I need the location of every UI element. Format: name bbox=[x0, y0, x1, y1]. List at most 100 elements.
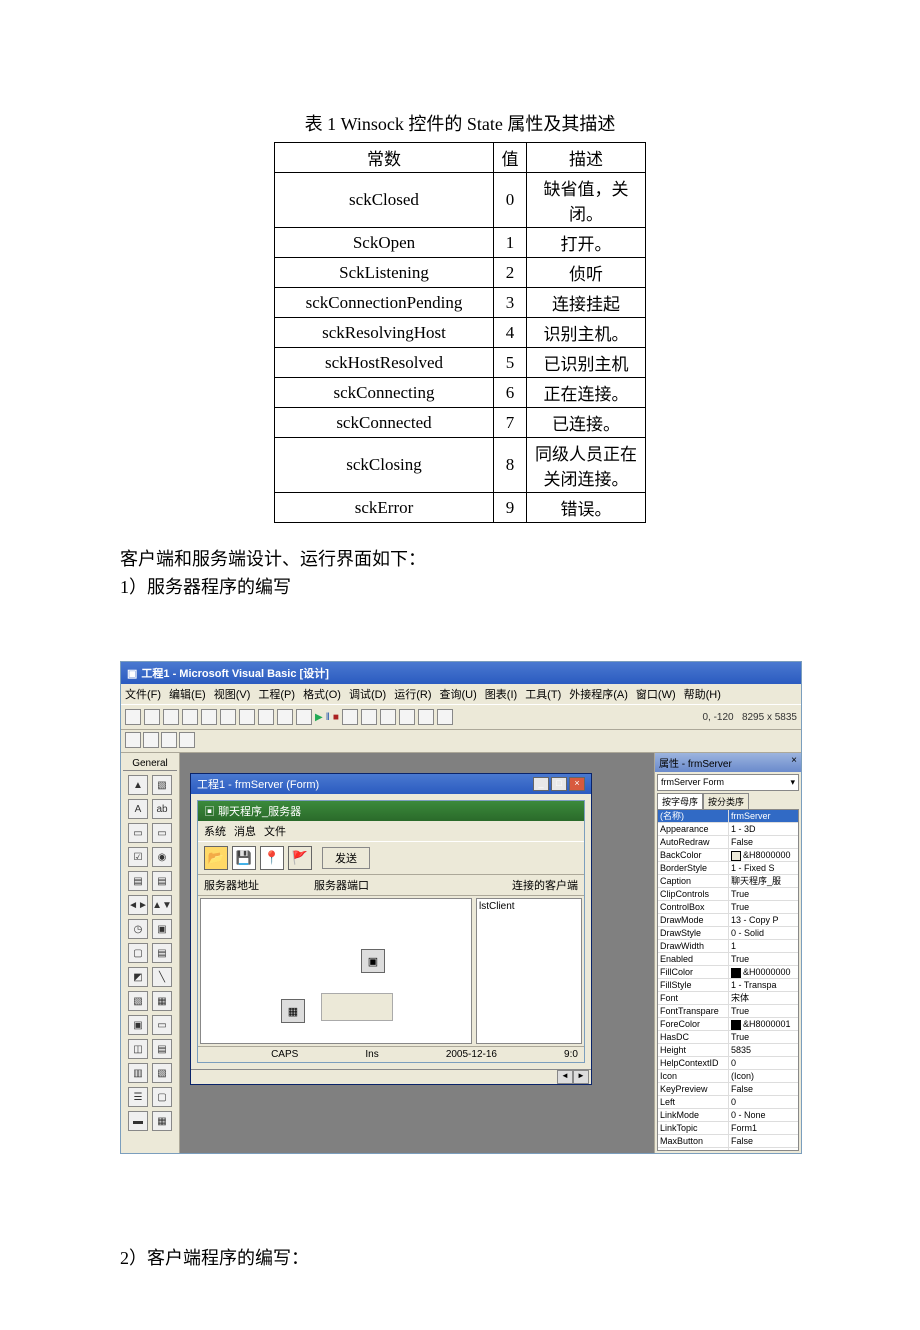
toolbar-icon[interactable] bbox=[418, 709, 434, 725]
scroll-right-icon[interactable]: ► bbox=[573, 1070, 589, 1084]
toolbar-icon[interactable] bbox=[163, 709, 179, 725]
props-title[interactable]: 属性 - frmServer × bbox=[655, 753, 801, 772]
tool-drive[interactable]: ▣ bbox=[152, 919, 172, 939]
menu-item[interactable]: 格式(O) bbox=[303, 689, 341, 701]
menu-item[interactable]: 工具(T) bbox=[525, 689, 561, 701]
design-canvas[interactable]: 工程1 - frmServer (Form) _ □ × ▣ 聊天程序_服务器 bbox=[180, 753, 654, 1153]
hscroll[interactable]: ◄ ► bbox=[191, 1069, 591, 1084]
tab-category[interactable]: 按分类序 bbox=[703, 793, 749, 809]
tool-extra[interactable]: ▧ bbox=[152, 1063, 172, 1083]
tool-extra[interactable]: ▭ bbox=[152, 1015, 172, 1035]
property-row[interactable]: DrawWidth1 bbox=[658, 940, 798, 953]
property-row[interactable]: Font宋体 bbox=[658, 992, 798, 1005]
properties-panel[interactable]: 属性 - frmServer × frmServer Form ▾ 按字母序 按… bbox=[654, 753, 801, 1153]
menu-item[interactable]: 编辑(E) bbox=[169, 689, 206, 701]
menu-item[interactable]: 外接程序(A) bbox=[569, 689, 628, 701]
property-row[interactable]: BackColor&H8000000 bbox=[658, 849, 798, 862]
property-row[interactable]: DrawMode13 - Copy P bbox=[658, 914, 798, 927]
property-row[interactable]: FillStyle1 - Transpa bbox=[658, 979, 798, 992]
tool-label[interactable]: A bbox=[128, 799, 148, 819]
property-row[interactable]: DrawStyle0 - Solid bbox=[658, 927, 798, 940]
toolbar-icon[interactable] bbox=[258, 709, 274, 725]
property-row[interactable]: Height5835 bbox=[658, 1044, 798, 1057]
max-button[interactable]: □ bbox=[551, 777, 567, 791]
tool-extra[interactable]: ◫ bbox=[128, 1039, 148, 1059]
tool-line[interactable]: ╲ bbox=[152, 967, 172, 987]
tool-extra[interactable]: ☰ bbox=[128, 1087, 148, 1107]
tool-button[interactable]: ▭ bbox=[152, 823, 172, 843]
control-placeholder[interactable] bbox=[321, 993, 393, 1021]
menu-item[interactable]: 运行(R) bbox=[394, 689, 431, 701]
property-row[interactable]: MDIChildFalse bbox=[658, 1148, 798, 1151]
property-row[interactable]: BorderStyle1 - Fixed S bbox=[658, 862, 798, 875]
property-row[interactable]: ClipControlsTrue bbox=[658, 888, 798, 901]
menu-item[interactable]: 文件(F) bbox=[125, 689, 161, 701]
toolbar-icon[interactable] bbox=[201, 709, 217, 725]
tool-frame[interactable]: ▭ bbox=[128, 823, 148, 843]
form-titlebar[interactable]: 工程1 - frmServer (Form) _ □ × bbox=[191, 774, 591, 794]
tool-pointer[interactable]: ▲ bbox=[128, 775, 148, 795]
list-item[interactable]: lstClient bbox=[479, 901, 579, 912]
inner-menu[interactable]: 系统消息文件 bbox=[198, 821, 584, 841]
tool-extra[interactable]: ▦ bbox=[152, 1111, 172, 1131]
tool-ole[interactable]: ▣ bbox=[128, 1015, 148, 1035]
tool-data[interactable]: ▦ bbox=[152, 991, 172, 1011]
props-combo[interactable]: frmServer Form ▾ bbox=[657, 774, 799, 791]
tool-extra[interactable]: ▬ bbox=[128, 1111, 148, 1131]
property-row[interactable]: HasDCTrue bbox=[658, 1031, 798, 1044]
toolbar-icon[interactable] bbox=[342, 709, 358, 725]
property-row[interactable]: AutoRedrawFalse bbox=[658, 836, 798, 849]
toolbox[interactable]: General ▲▧ Aab ▭▭ ☑◉ ▤▤ ◄►▲▼ ◷▣ ▢▤ ◩╲ ▧▦… bbox=[121, 753, 180, 1153]
toolbar-icon[interactable] bbox=[380, 709, 396, 725]
props-grid[interactable]: (名称)frmServerAppearance1 - 3DAutoRedrawF… bbox=[657, 809, 799, 1151]
tool-combo[interactable]: ▤ bbox=[128, 871, 148, 891]
tool-textbox[interactable]: ab bbox=[152, 799, 172, 819]
menu-item[interactable]: 工程(P) bbox=[258, 689, 295, 701]
property-row[interactable]: ForeColor&H8000001 bbox=[658, 1018, 798, 1031]
tool-extra[interactable]: ▥ bbox=[128, 1063, 148, 1083]
property-row[interactable]: (名称)frmServer bbox=[658, 810, 798, 823]
tab-alpha[interactable]: 按字母序 bbox=[657, 793, 703, 809]
toolbar-icon[interactable] bbox=[277, 709, 293, 725]
menu-item[interactable]: 图表(I) bbox=[485, 689, 517, 701]
menu-item[interactable]: 查询(U) bbox=[440, 689, 477, 701]
menu-item[interactable]: 帮助(H) bbox=[684, 689, 721, 701]
property-row[interactable]: MaxButtonFalse bbox=[658, 1135, 798, 1148]
toolbar-icon[interactable] bbox=[220, 709, 236, 725]
menu-item[interactable]: 窗口(W) bbox=[636, 689, 676, 701]
toolbar-icon[interactable] bbox=[399, 709, 415, 725]
toolbar-icon[interactable] bbox=[361, 709, 377, 725]
close-button[interactable]: × bbox=[569, 777, 585, 791]
property-row[interactable]: Appearance1 - 3D bbox=[658, 823, 798, 836]
menu-item[interactable]: 文件 bbox=[264, 826, 286, 838]
property-row[interactable]: LinkTopicForm1 bbox=[658, 1122, 798, 1135]
menu-item[interactable]: 视图(V) bbox=[214, 689, 251, 701]
tool-extra[interactable]: ▢ bbox=[152, 1087, 172, 1107]
property-row[interactable]: KeyPreviewFalse bbox=[658, 1083, 798, 1096]
client-list[interactable]: lstClient bbox=[476, 898, 582, 1044]
toolbar-icon[interactable] bbox=[125, 709, 141, 725]
scroll-left-icon[interactable]: ◄ bbox=[557, 1070, 573, 1084]
toolbar-icon[interactable] bbox=[296, 709, 312, 725]
tool-picture[interactable]: ▧ bbox=[152, 775, 172, 795]
toolbar-icon[interactable] bbox=[144, 709, 160, 725]
toolbar-icon[interactable] bbox=[125, 732, 141, 748]
toolbar-icon[interactable] bbox=[143, 732, 159, 748]
property-row[interactable]: LinkMode0 - None bbox=[658, 1109, 798, 1122]
tool-extra[interactable]: ▤ bbox=[152, 1039, 172, 1059]
main-area[interactable]: ▣ ▦ bbox=[200, 898, 472, 1044]
property-row[interactable]: Icon(Icon) bbox=[658, 1070, 798, 1083]
tool-option[interactable]: ◉ bbox=[152, 847, 172, 867]
chevron-down-icon[interactable]: ▾ bbox=[790, 777, 795, 788]
form-window[interactable]: 工程1 - frmServer (Form) _ □ × ▣ 聊天程序_服务器 bbox=[190, 773, 592, 1085]
close-icon[interactable]: × bbox=[791, 755, 797, 770]
min-button[interactable]: _ bbox=[533, 777, 549, 791]
tool-dir[interactable]: ▢ bbox=[128, 943, 148, 963]
toolbar-icon[interactable] bbox=[239, 709, 255, 725]
vb-toolbar[interactable]: ▶ ‖ ■ 0, -120 8295 x 5835 bbox=[121, 704, 801, 730]
control-icon[interactable]: ▦ bbox=[281, 999, 305, 1023]
tool-list[interactable]: ▤ bbox=[152, 871, 172, 891]
vb-toolbar2[interactable] bbox=[121, 730, 801, 753]
property-row[interactable]: FontTranspareTrue bbox=[658, 1005, 798, 1018]
tool-hscroll[interactable]: ◄► bbox=[128, 895, 148, 915]
